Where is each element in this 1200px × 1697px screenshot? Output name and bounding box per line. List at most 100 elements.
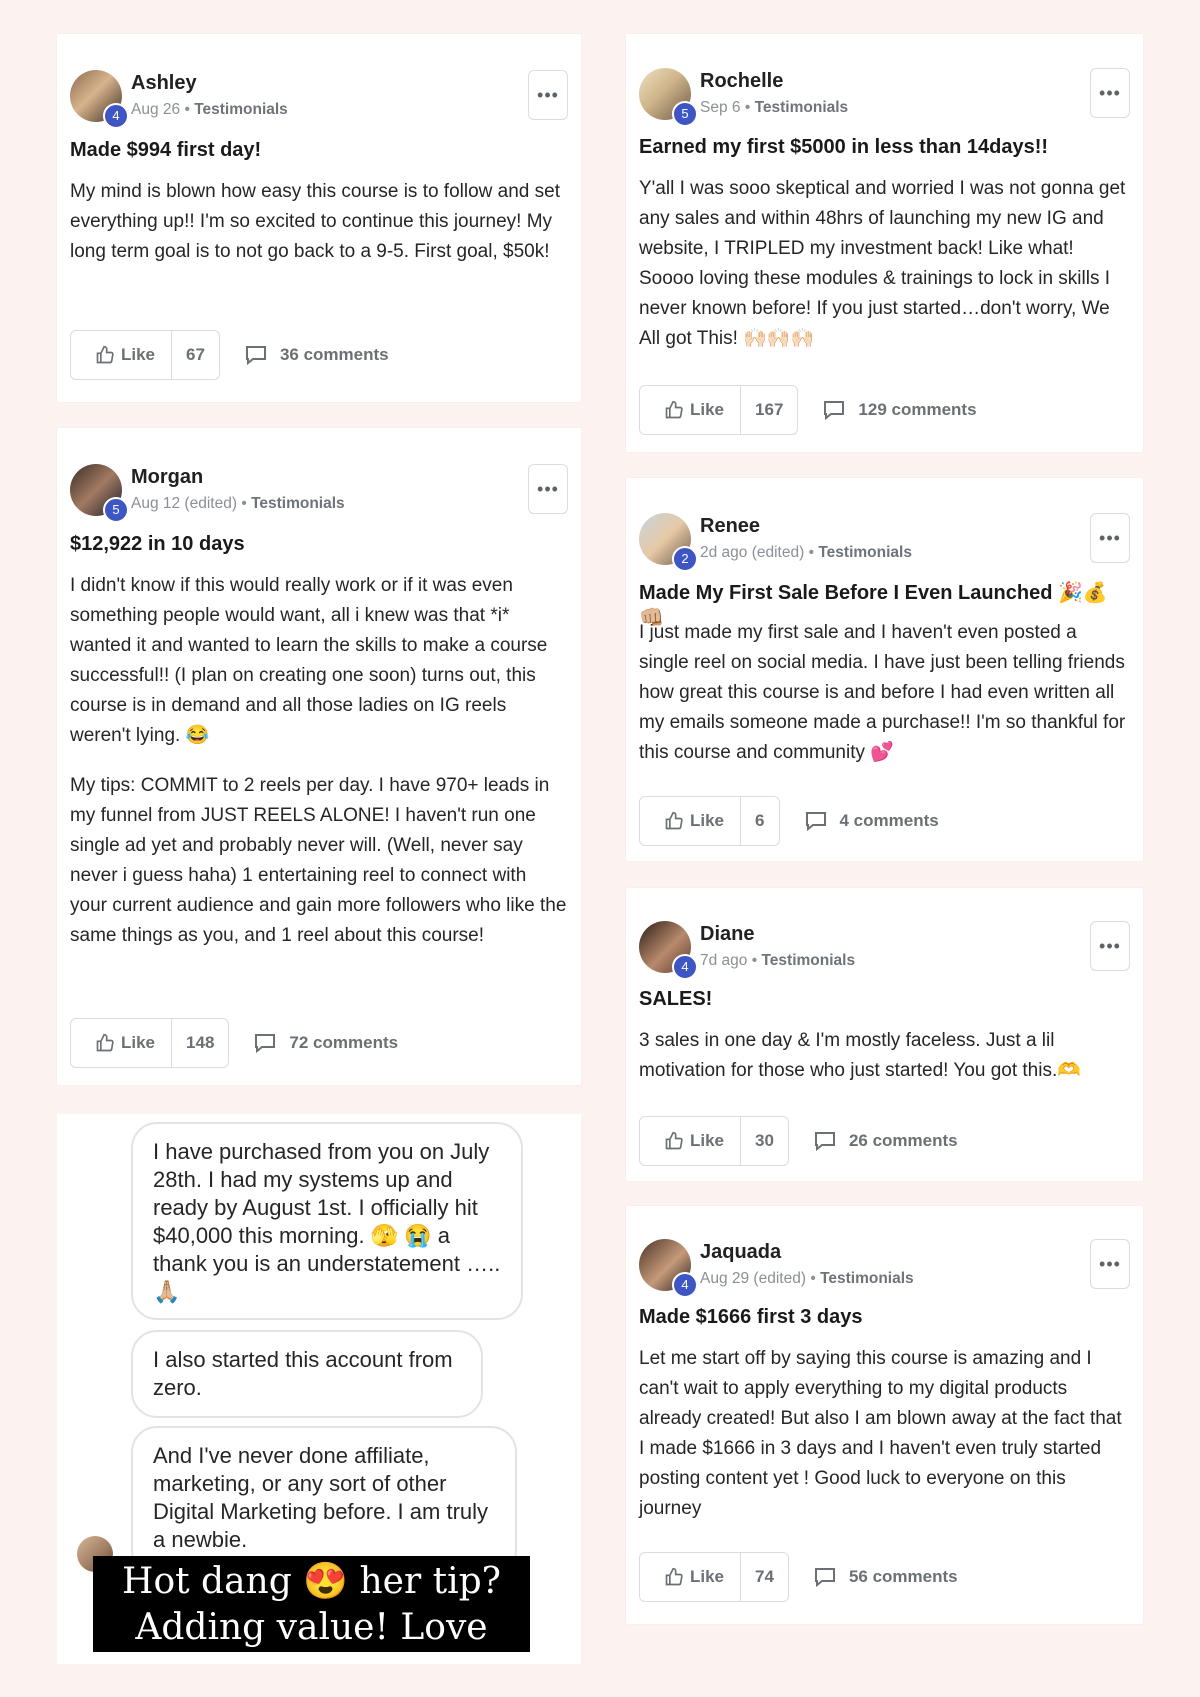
like-count[interactable]: 6	[741, 797, 778, 845]
comment-icon	[805, 812, 826, 832]
like-button[interactable]: Like	[640, 386, 742, 434]
chat-message: And I've never done affiliate, marketing…	[131, 1426, 517, 1576]
comment-icon	[255, 1034, 276, 1054]
like-count[interactable]: 148	[172, 1019, 228, 1067]
post-paragraph: I didn't know if this would really work …	[70, 575, 548, 746]
chat-message: I also started this account from zero.	[131, 1330, 483, 1418]
more-options-button[interactable]: •••	[1090, 1239, 1130, 1289]
level-badge: 5	[672, 101, 698, 127]
author-name[interactable]: Diane	[700, 923, 754, 946]
author-name[interactable]: Morgan	[131, 466, 203, 489]
like-count[interactable]: 74	[741, 1553, 788, 1601]
like-button[interactable]: Like	[640, 1553, 742, 1601]
post-actions: Like 74 56 comments	[639, 1552, 958, 1602]
post-title[interactable]: Earned my first $5000 in less than 14day…	[639, 136, 1130, 159]
author-name[interactable]: Rochelle	[700, 70, 783, 93]
like-label: Like	[690, 811, 725, 830]
comments-link[interactable]: 26 comments	[813, 1130, 958, 1152]
author-name[interactable]: Ashley	[131, 72, 197, 95]
post-category[interactable]: Testimonials	[755, 99, 849, 116]
like-label: Like	[121, 345, 156, 364]
post-category[interactable]: Testimonials	[194, 101, 288, 118]
post-date: Aug 26	[131, 101, 181, 118]
more-options-button[interactable]: •••	[1090, 921, 1130, 971]
post-paragraph: 3 sales in one day & I'm mostly faceless…	[639, 1030, 1081, 1081]
like-group: Like 67	[70, 330, 220, 380]
post-paragraph: I just made my first sale and I haven't …	[639, 622, 1126, 763]
level-badge: 5	[103, 497, 129, 523]
post-category[interactable]: Testimonials	[818, 544, 912, 561]
post-title[interactable]: $12,922 in 10 days	[70, 533, 568, 556]
story-caption: Hot dang 😍 her tip? Adding value! Love t…	[93, 1556, 530, 1664]
post-card-morgan: 5 Morgan Aug 12 (edited) • Testimonials …	[57, 428, 581, 1085]
comments-link[interactable]: 36 comments	[244, 344, 389, 366]
level-badge: 4	[103, 103, 129, 129]
like-button[interactable]: Like	[640, 1117, 742, 1165]
post-actions: Like 167 129 comments	[639, 385, 977, 435]
post-actions: Like 148 72 comments	[70, 1018, 398, 1068]
thumbs-up-icon	[665, 1131, 683, 1150]
comments-count: 129 comments	[858, 400, 977, 419]
like-count[interactable]: 167	[741, 386, 797, 434]
post-title[interactable]: Made $1666 first 3 days	[639, 1306, 1130, 1329]
comments-link[interactable]: 4 comments	[804, 810, 939, 832]
post-meta: Sep 6 • Testimonials	[700, 99, 848, 117]
like-button[interactable]: Like	[71, 1019, 173, 1067]
post-card-jaquada: 4 Jaquada Aug 29 (edited) • Testimonials…	[626, 1206, 1143, 1624]
like-count[interactable]: 67	[172, 331, 219, 379]
comments-count: 72 comments	[289, 1033, 399, 1052]
more-icon: •••	[1099, 82, 1121, 103]
like-group: Like 30	[639, 1116, 789, 1166]
thumbs-up-icon	[96, 345, 114, 364]
level-badge: 4	[672, 954, 698, 980]
comments-link[interactable]: 72 comments	[253, 1032, 398, 1054]
post-date: Aug 12 (edited)	[131, 495, 237, 512]
more-icon: •••	[1099, 527, 1121, 548]
post-card-renee: 2 Renee 2d ago (edited) • Testimonials •…	[626, 478, 1143, 861]
post-category[interactable]: Testimonials	[761, 952, 855, 969]
post-card-ashley: 4 Ashley Aug 26 • Testimonials ••• Made …	[57, 34, 581, 402]
post-title[interactable]: Made $994 first day!	[70, 139, 568, 162]
meta-separator: •	[751, 952, 758, 969]
post-meta: Aug 12 (edited) • Testimonials	[131, 495, 345, 513]
post-title[interactable]: SALES!	[639, 988, 1130, 1011]
comment-icon	[814, 1568, 835, 1588]
post-category[interactable]: Testimonials	[820, 1270, 914, 1287]
caption-line: Hot dang 😍 her tip?	[122, 1561, 501, 1602]
more-options-button[interactable]: •••	[528, 70, 568, 120]
comments-link[interactable]: 129 comments	[822, 399, 977, 421]
post-meta: 2d ago (edited) • Testimonials	[700, 544, 912, 562]
meta-separator: •	[810, 1270, 816, 1287]
level-badge: 2	[672, 546, 698, 572]
more-options-button[interactable]: •••	[1090, 68, 1130, 118]
post-date: 2d ago (edited)	[700, 544, 805, 561]
comments-count: 36 comments	[279, 345, 389, 364]
meta-separator: •	[184, 101, 190, 118]
like-button[interactable]: Like	[640, 797, 742, 845]
post-category[interactable]: Testimonials	[251, 495, 345, 512]
like-group: Like 148	[70, 1018, 230, 1068]
post-header: 4 Diane 7d ago • Testimonials •••	[639, 921, 1130, 981]
post-header: 5 Rochelle Sep 6 • Testimonials •••	[639, 68, 1130, 128]
post-date: Aug 29 (edited)	[700, 1270, 806, 1287]
like-button[interactable]: Like	[71, 331, 173, 379]
comments-link[interactable]: 56 comments	[813, 1566, 958, 1588]
post-card-diane: 4 Diane 7d ago • Testimonials ••• SALES!…	[626, 888, 1143, 1181]
author-name[interactable]: Renee	[700, 515, 760, 538]
like-label: Like	[690, 400, 725, 419]
more-options-button[interactable]: •••	[528, 464, 568, 514]
author-name[interactable]: Jaquada	[700, 1241, 781, 1264]
more-options-button[interactable]: •••	[1090, 513, 1130, 563]
more-icon: •••	[1099, 935, 1121, 956]
post-header: 2 Renee 2d ago (edited) • Testimonials •…	[639, 513, 1130, 573]
more-icon: •••	[537, 478, 559, 499]
chat-message: I have purchased from you on July 28th. …	[131, 1122, 523, 1320]
meta-separator: •	[808, 544, 815, 561]
thumbs-up-icon	[665, 811, 683, 830]
caption-line: Adding value! Love this!	[135, 1607, 488, 1664]
like-label: Like	[690, 1131, 725, 1150]
comment-icon	[245, 346, 266, 366]
meta-separator: •	[241, 495, 247, 512]
comments-count: 26 comments	[848, 1131, 958, 1150]
like-count[interactable]: 30	[741, 1117, 788, 1165]
